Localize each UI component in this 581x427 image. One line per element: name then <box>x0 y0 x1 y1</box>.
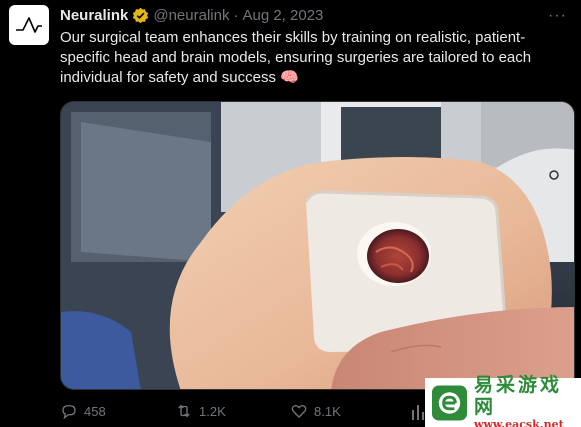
like-count: 8.1K <box>314 403 341 419</box>
analytics-icon[interactable] <box>411 402 425 420</box>
watermark-url: www.eacsk.net <box>473 417 564 427</box>
verified-badge-icon[interactable] <box>132 7 149 24</box>
repost-icon <box>178 404 190 418</box>
site-watermark: 易采游戏网 www.eacsk.net <box>425 374 581 427</box>
reply-button[interactable]: 458 <box>60 402 175 420</box>
heart-icon <box>291 404 307 418</box>
tweet-text: Our surgical team enhances their skills … <box>60 29 532 86</box>
author-handle[interactable]: @neuralink <box>153 7 229 24</box>
neuralink-logo-icon <box>16 17 42 33</box>
reply-count: 458 <box>84 403 106 419</box>
avatar[interactable] <box>9 5 49 45</box>
tweet-header: Neuralink @neuralink · Aug 2, 2023 <box>60 7 323 24</box>
tweet-media[interactable] <box>60 101 575 390</box>
like-button[interactable]: 8.1K <box>290 402 405 420</box>
more-options-icon[interactable]: ··· <box>548 8 567 24</box>
tweet-actions: 458 1.2K 8.1K <box>60 400 420 422</box>
author-name[interactable]: Neuralink <box>60 7 128 24</box>
repost-button[interactable]: 1.2K <box>175 402 290 420</box>
repost-count: 1.2K <box>199 403 226 419</box>
site-logo-icon <box>431 384 467 421</box>
surgical-model-image <box>61 102 574 389</box>
watermark-site-name: 易采游戏网 <box>473 373 562 418</box>
tweet-date[interactable]: Aug 2, 2023 <box>242 7 323 24</box>
reply-icon <box>62 405 76 420</box>
separator-dot: · <box>233 7 239 24</box>
